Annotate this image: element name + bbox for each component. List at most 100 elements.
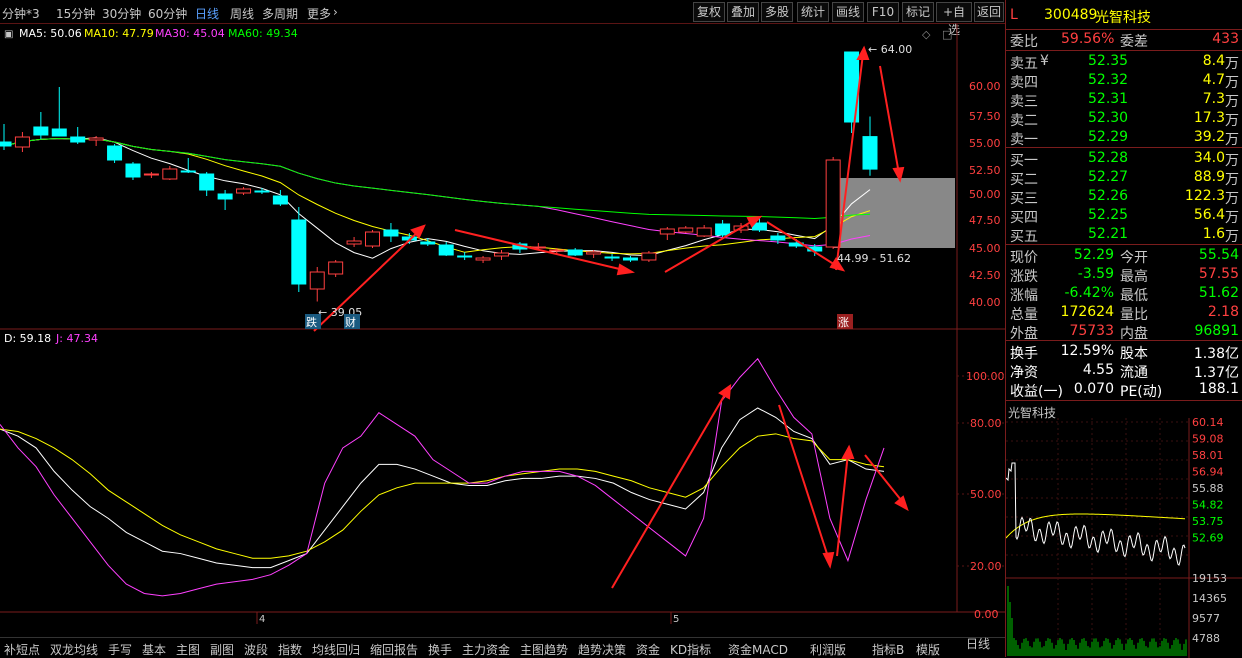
- ma60-legend: MA60: 49.34: [228, 27, 298, 40]
- mini-price-tick: 56.94: [1192, 466, 1224, 479]
- period-tab-more[interactable]: 更多: [307, 5, 331, 22]
- candle-body: [346, 240, 362, 245]
- period-tab-15min[interactable]: 15分钟: [56, 5, 95, 22]
- period-tab-daily[interactable]: 日线: [195, 5, 219, 22]
- candle: [696, 225, 712, 237]
- candle: [125, 162, 141, 180]
- bid-price: 52.26: [1088, 188, 1129, 204]
- period-tab-3min[interactable]: 分钟*3: [2, 5, 40, 22]
- multi-stock-button[interactable]: 多股: [761, 2, 793, 22]
- price-tick: 57.50: [969, 110, 1001, 123]
- indicator-tab[interactable]: 基本: [142, 641, 166, 657]
- candle-body: [641, 252, 657, 261]
- candle-body: [88, 137, 104, 141]
- period-tab-multi[interactable]: 多周期: [262, 5, 298, 22]
- indicator-tab[interactable]: 均线回归: [312, 641, 360, 657]
- draw-line-button[interactable]: 画线: [832, 2, 864, 22]
- moving-averages: [3, 137, 871, 259]
- period-tab-weekly[interactable]: 周线: [230, 5, 254, 22]
- statistics-button[interactable]: 统计: [797, 2, 829, 22]
- indicator-tab[interactable]: 双龙均线: [50, 641, 98, 657]
- indicator-tab[interactable]: 主图: [176, 641, 200, 657]
- fund-label: 换手: [1010, 346, 1038, 362]
- stat-value: 57.55: [1198, 266, 1239, 282]
- indicator-tab[interactable]: 补短点: [4, 641, 40, 657]
- f10-button[interactable]: F10: [867, 2, 899, 22]
- kdj-arrow-down-1: [778, 404, 830, 561]
- fund-label: 净资: [1010, 365, 1038, 381]
- fund-value: 12.59%: [1060, 343, 1114, 359]
- indicator-tab[interactable]: 资金: [636, 641, 660, 657]
- event-marker-zhang: 涨: [838, 316, 849, 329]
- stock-flag: L: [1010, 7, 1018, 23]
- candle: [365, 230, 381, 248]
- fund-label: 收益(一): [1010, 384, 1063, 400]
- indicator-tab[interactable]: 主图趋势: [520, 641, 568, 657]
- period-tab-60min[interactable]: 60分钟: [148, 5, 187, 22]
- candle: [51, 87, 67, 137]
- indicator-tab[interactable]: 利润版: [810, 641, 846, 657]
- indicator-tab[interactable]: 主力资金: [462, 641, 510, 657]
- mini-price-tick: 59.08: [1192, 433, 1224, 446]
- fund-value: 0.070: [1073, 381, 1114, 397]
- chevron-right-icon[interactable]: ›: [333, 5, 338, 19]
- kdj-arrow-up-1: [611, 390, 728, 589]
- candle-body: [309, 271, 325, 290]
- candle-body: [715, 223, 731, 236]
- indicator-tab[interactable]: 缩回报告: [370, 641, 418, 657]
- candle: [107, 144, 123, 163]
- kdj-tick: 0.00: [974, 608, 999, 621]
- arrowhead-down: [822, 551, 835, 569]
- event-marker-die: 跌: [306, 315, 317, 329]
- add-watchlist-button[interactable]: +自选: [936, 2, 972, 37]
- indicator-tab[interactable]: 趋势决策: [578, 641, 626, 657]
- indicator-tab[interactable]: 指数: [278, 641, 302, 657]
- ask-row: 卖三 52.31 万 7.3: [1006, 90, 1242, 110]
- kdj-k-line: [0, 407, 885, 569]
- candle-body: [125, 163, 141, 178]
- mark-button[interactable]: 标记: [902, 2, 934, 22]
- stat-row: 现价 52.29 今开 55.54: [1006, 246, 1242, 266]
- candle: [272, 190, 288, 206]
- mini-volume-tick: 4788: [1192, 632, 1220, 645]
- indicator-tab[interactable]: 换手: [428, 641, 452, 657]
- arrowhead-up: [718, 383, 732, 400]
- bid-label: 买四: [1010, 210, 1038, 226]
- indicator-tab[interactable]: 副图: [210, 641, 234, 657]
- fund-label: 股本: [1120, 346, 1148, 362]
- candle-body: [604, 256, 620, 259]
- indicator-tab[interactable]: 波段: [244, 641, 268, 657]
- high-price-label: ← 64.00: [868, 43, 912, 56]
- candle: [457, 252, 473, 260]
- arrow-up-2: [664, 218, 757, 273]
- candle-body: [383, 229, 399, 237]
- indicator-tab-right[interactable]: 模版: [916, 641, 940, 657]
- bid-unit: 万: [1225, 229, 1239, 245]
- fund-value: 1.38亿: [1193, 346, 1239, 362]
- ask-volume: 7.3: [1202, 91, 1225, 107]
- chart-area[interactable]: 4 5 ▣ MA5: 50.06 MA10: 47.79 MA30: 45.04…: [0, 24, 1005, 637]
- overlay-button[interactable]: 叠加: [727, 2, 759, 22]
- bid-row: 买三 52.26 万 122.3: [1006, 187, 1242, 207]
- period-tab-30min[interactable]: 30分钟: [102, 5, 141, 22]
- stat-row: 涨跌 -3.59 最高 57.55: [1006, 265, 1242, 285]
- candle: [236, 187, 252, 195]
- weicha-label: 委差: [1120, 34, 1148, 50]
- candle: [309, 267, 325, 302]
- candle-body: [199, 173, 215, 191]
- arrowhead-up: [841, 444, 855, 459]
- indicator-tab[interactable]: 资金MACD: [728, 641, 788, 657]
- stat-label: 总量: [1010, 307, 1038, 323]
- candle: [604, 254, 620, 261]
- indicator-tab[interactable]: KD指标: [670, 641, 711, 657]
- indicator-tab-right[interactable]: 指标B: [872, 641, 904, 657]
- price-axis: 60.00 57.50 55.00 52.50 50.00 47.50 45.0…: [969, 80, 1001, 309]
- candle-body: [678, 227, 694, 233]
- candle-body: [51, 128, 67, 137]
- candle: [825, 157, 841, 249]
- back-button[interactable]: 返回: [974, 2, 1004, 22]
- adjust-button[interactable]: 复权: [693, 2, 725, 22]
- indicator-tab[interactable]: 手写: [108, 641, 132, 657]
- fund-row: 收益(一) 0.070 PE(动) 188.1: [1006, 380, 1242, 400]
- intraday-mini-chart[interactable]: 60.14 59.08 58.01 56.94 55.88 54.82 53.75 52.69…: [1006, 418, 1242, 658]
